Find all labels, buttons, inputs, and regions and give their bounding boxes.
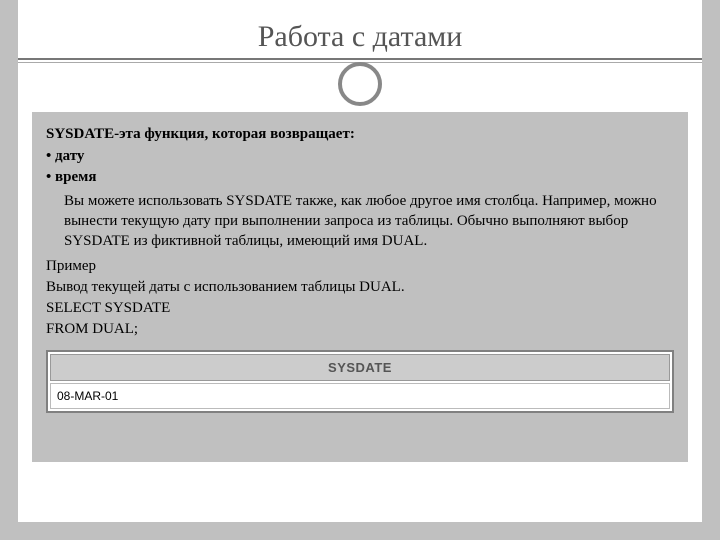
example-label: Пример <box>46 256 674 276</box>
example-desc: Вывод текущей даты с использованием табл… <box>46 277 674 297</box>
sql-line: FROM DUAL; <box>46 319 674 339</box>
table-row: 08-MAR-01 <box>50 383 670 409</box>
slide-title: Работа с датами <box>18 0 702 54</box>
ring-icon <box>338 62 382 106</box>
bullet-item: время <box>46 167 674 187</box>
result-table: SYSDATE 08-MAR-01 <box>46 350 674 414</box>
paragraph: Вы можете использовать SYSDATE также, ка… <box>64 191 674 252</box>
slide: Работа с датами SYSDATE-эта функция, кот… <box>18 0 702 522</box>
content-panel: SYSDATE-эта функция, которая возвращает:… <box>32 112 688 462</box>
table-cell: 08-MAR-01 <box>50 383 670 409</box>
table-header: SYSDATE <box>50 354 670 382</box>
bullet-list: дату время <box>46 146 674 187</box>
bullet-item: дату <box>46 146 674 166</box>
section-heading: SYSDATE-эта функция, которая возвращает: <box>46 124 674 144</box>
sql-line: SELECT SYSDATE <box>46 298 674 318</box>
divider-line <box>18 58 702 60</box>
